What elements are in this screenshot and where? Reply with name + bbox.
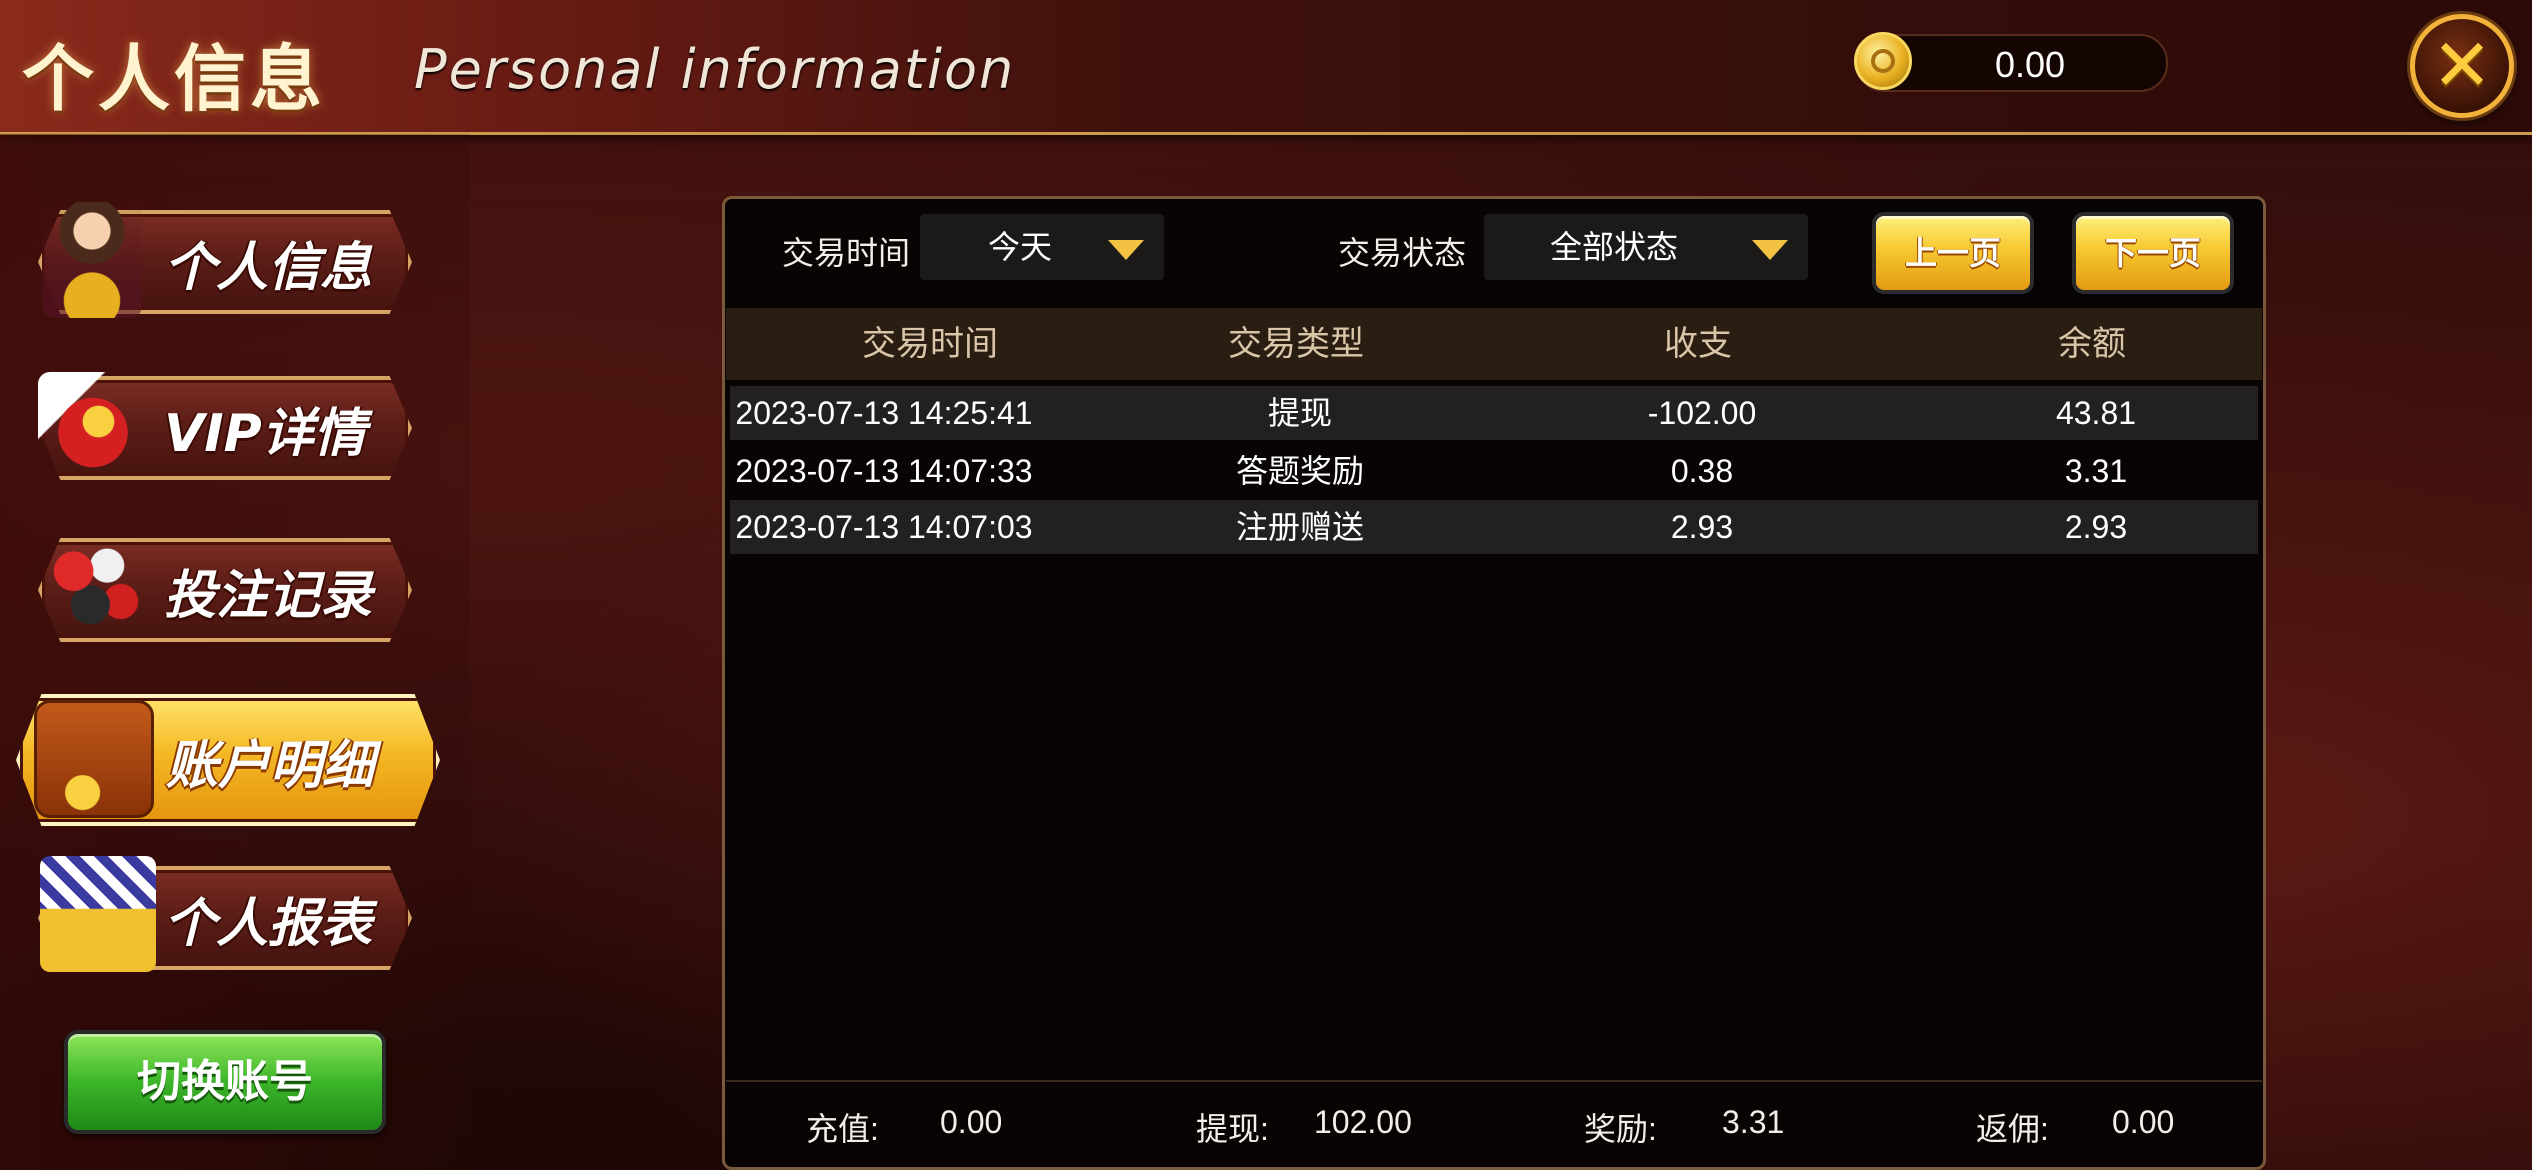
cell-balance: 2.93 — [2064, 509, 2128, 545]
cell-type: 答题奖励 — [1235, 453, 1364, 489]
sidebar-item-account-details[interactable]: 账户明细 — [16, 694, 440, 826]
chevron-down-icon — [1752, 240, 1788, 260]
rebate-label: 返佣: — [1976, 1111, 2049, 1147]
status-filter-select[interactable]: 全部状态 — [1484, 214, 1808, 280]
column-header-amount: 收支 — [1664, 325, 1732, 363]
table-row: 2023-07-13 14:07:03 注册赠送 2.93 2.93 — [730, 500, 2258, 554]
wallet-icon — [34, 700, 154, 818]
time-filter-select[interactable]: 今天 — [920, 214, 1164, 280]
next-page-button[interactable]: 下一页 — [2072, 212, 2234, 294]
cell-amount: 2.93 — [1670, 509, 1734, 545]
table-row: 2023-07-13 14:25:41 提现 -102.00 43.81 — [730, 386, 2258, 440]
cell-balance: 3.31 — [2064, 453, 2128, 489]
sidebar-item-label: 账户明细 — [166, 735, 375, 796]
chevron-down-icon — [1108, 240, 1144, 260]
rebate-value: 0.00 — [2112, 1104, 2175, 1140]
cell-time: 2023-07-13 14:07:03 — [735, 509, 1033, 545]
cell-time: 2023-07-13 14:25:41 — [735, 395, 1033, 431]
vip-crown-icon — [38, 372, 148, 482]
gold-coin-icon — [1854, 32, 1912, 90]
sidebar-item-vip-details[interactable]: VIP详情 — [38, 372, 412, 482]
time-filter-label: 交易时间 — [782, 235, 911, 271]
close-icon: ✕ — [2431, 23, 2493, 107]
cell-balance: 43.81 — [2055, 395, 2137, 431]
withdraw-label: 提现: — [1196, 1111, 1269, 1147]
cell-amount: -102.00 — [1647, 395, 1757, 431]
recharge-label: 充值: — [806, 1111, 879, 1147]
sidebar-item-label: VIP详情 — [164, 403, 366, 464]
sidebar-item-bet-records[interactable]: 投注记录 — [38, 532, 412, 644]
sidebar-item-label: 个人信息 — [164, 237, 373, 298]
prev-page-button[interactable]: 上一页 — [1872, 212, 2034, 294]
page-title: 个人信息 — [22, 37, 327, 121]
reward-label: 奖励: — [1584, 1111, 1657, 1147]
casino-chips-icon — [40, 532, 152, 644]
cell-type: 注册赠送 — [1235, 509, 1364, 545]
reward-value: 3.31 — [1722, 1104, 1785, 1140]
cell-type: 提现 — [1267, 395, 1332, 431]
avatar-girl-icon — [42, 202, 142, 318]
balance-value: 0.00 — [1994, 44, 2066, 85]
cell-amount: 0.38 — [1670, 453, 1734, 489]
sidebar-item-personal-report[interactable]: 个人报表 — [38, 856, 412, 972]
close-button[interactable]: ✕ — [2410, 14, 2514, 118]
status-filter-label: 交易状态 — [1338, 235, 1467, 271]
column-header-balance: 余额 — [2058, 325, 2126, 363]
report-chart-icon — [40, 856, 156, 972]
withdraw-value: 102.00 — [1314, 1104, 1412, 1140]
recharge-value: 0.00 — [940, 1104, 1003, 1140]
sidebar-item-label: 投注记录 — [164, 565, 373, 626]
table-header: 交易时间 交易类型 收支 余额 — [726, 308, 2262, 380]
switch-account-button[interactable]: 切换账号 — [64, 1030, 386, 1134]
column-header-type: 交易类型 — [1228, 325, 1364, 363]
sidebar-item-personal-info[interactable]: 个人信息 — [38, 202, 412, 318]
table-row: 2023-07-13 14:07:33 答题奖励 0.38 3.31 — [730, 444, 2258, 498]
sidebar-item-label: 个人报表 — [164, 893, 373, 954]
summary-divider — [726, 1080, 2262, 1082]
page-subtitle: Personal information — [414, 38, 1016, 101]
cell-time: 2023-07-13 14:07:33 — [735, 453, 1033, 489]
column-header-time: 交易时间 — [862, 325, 998, 363]
